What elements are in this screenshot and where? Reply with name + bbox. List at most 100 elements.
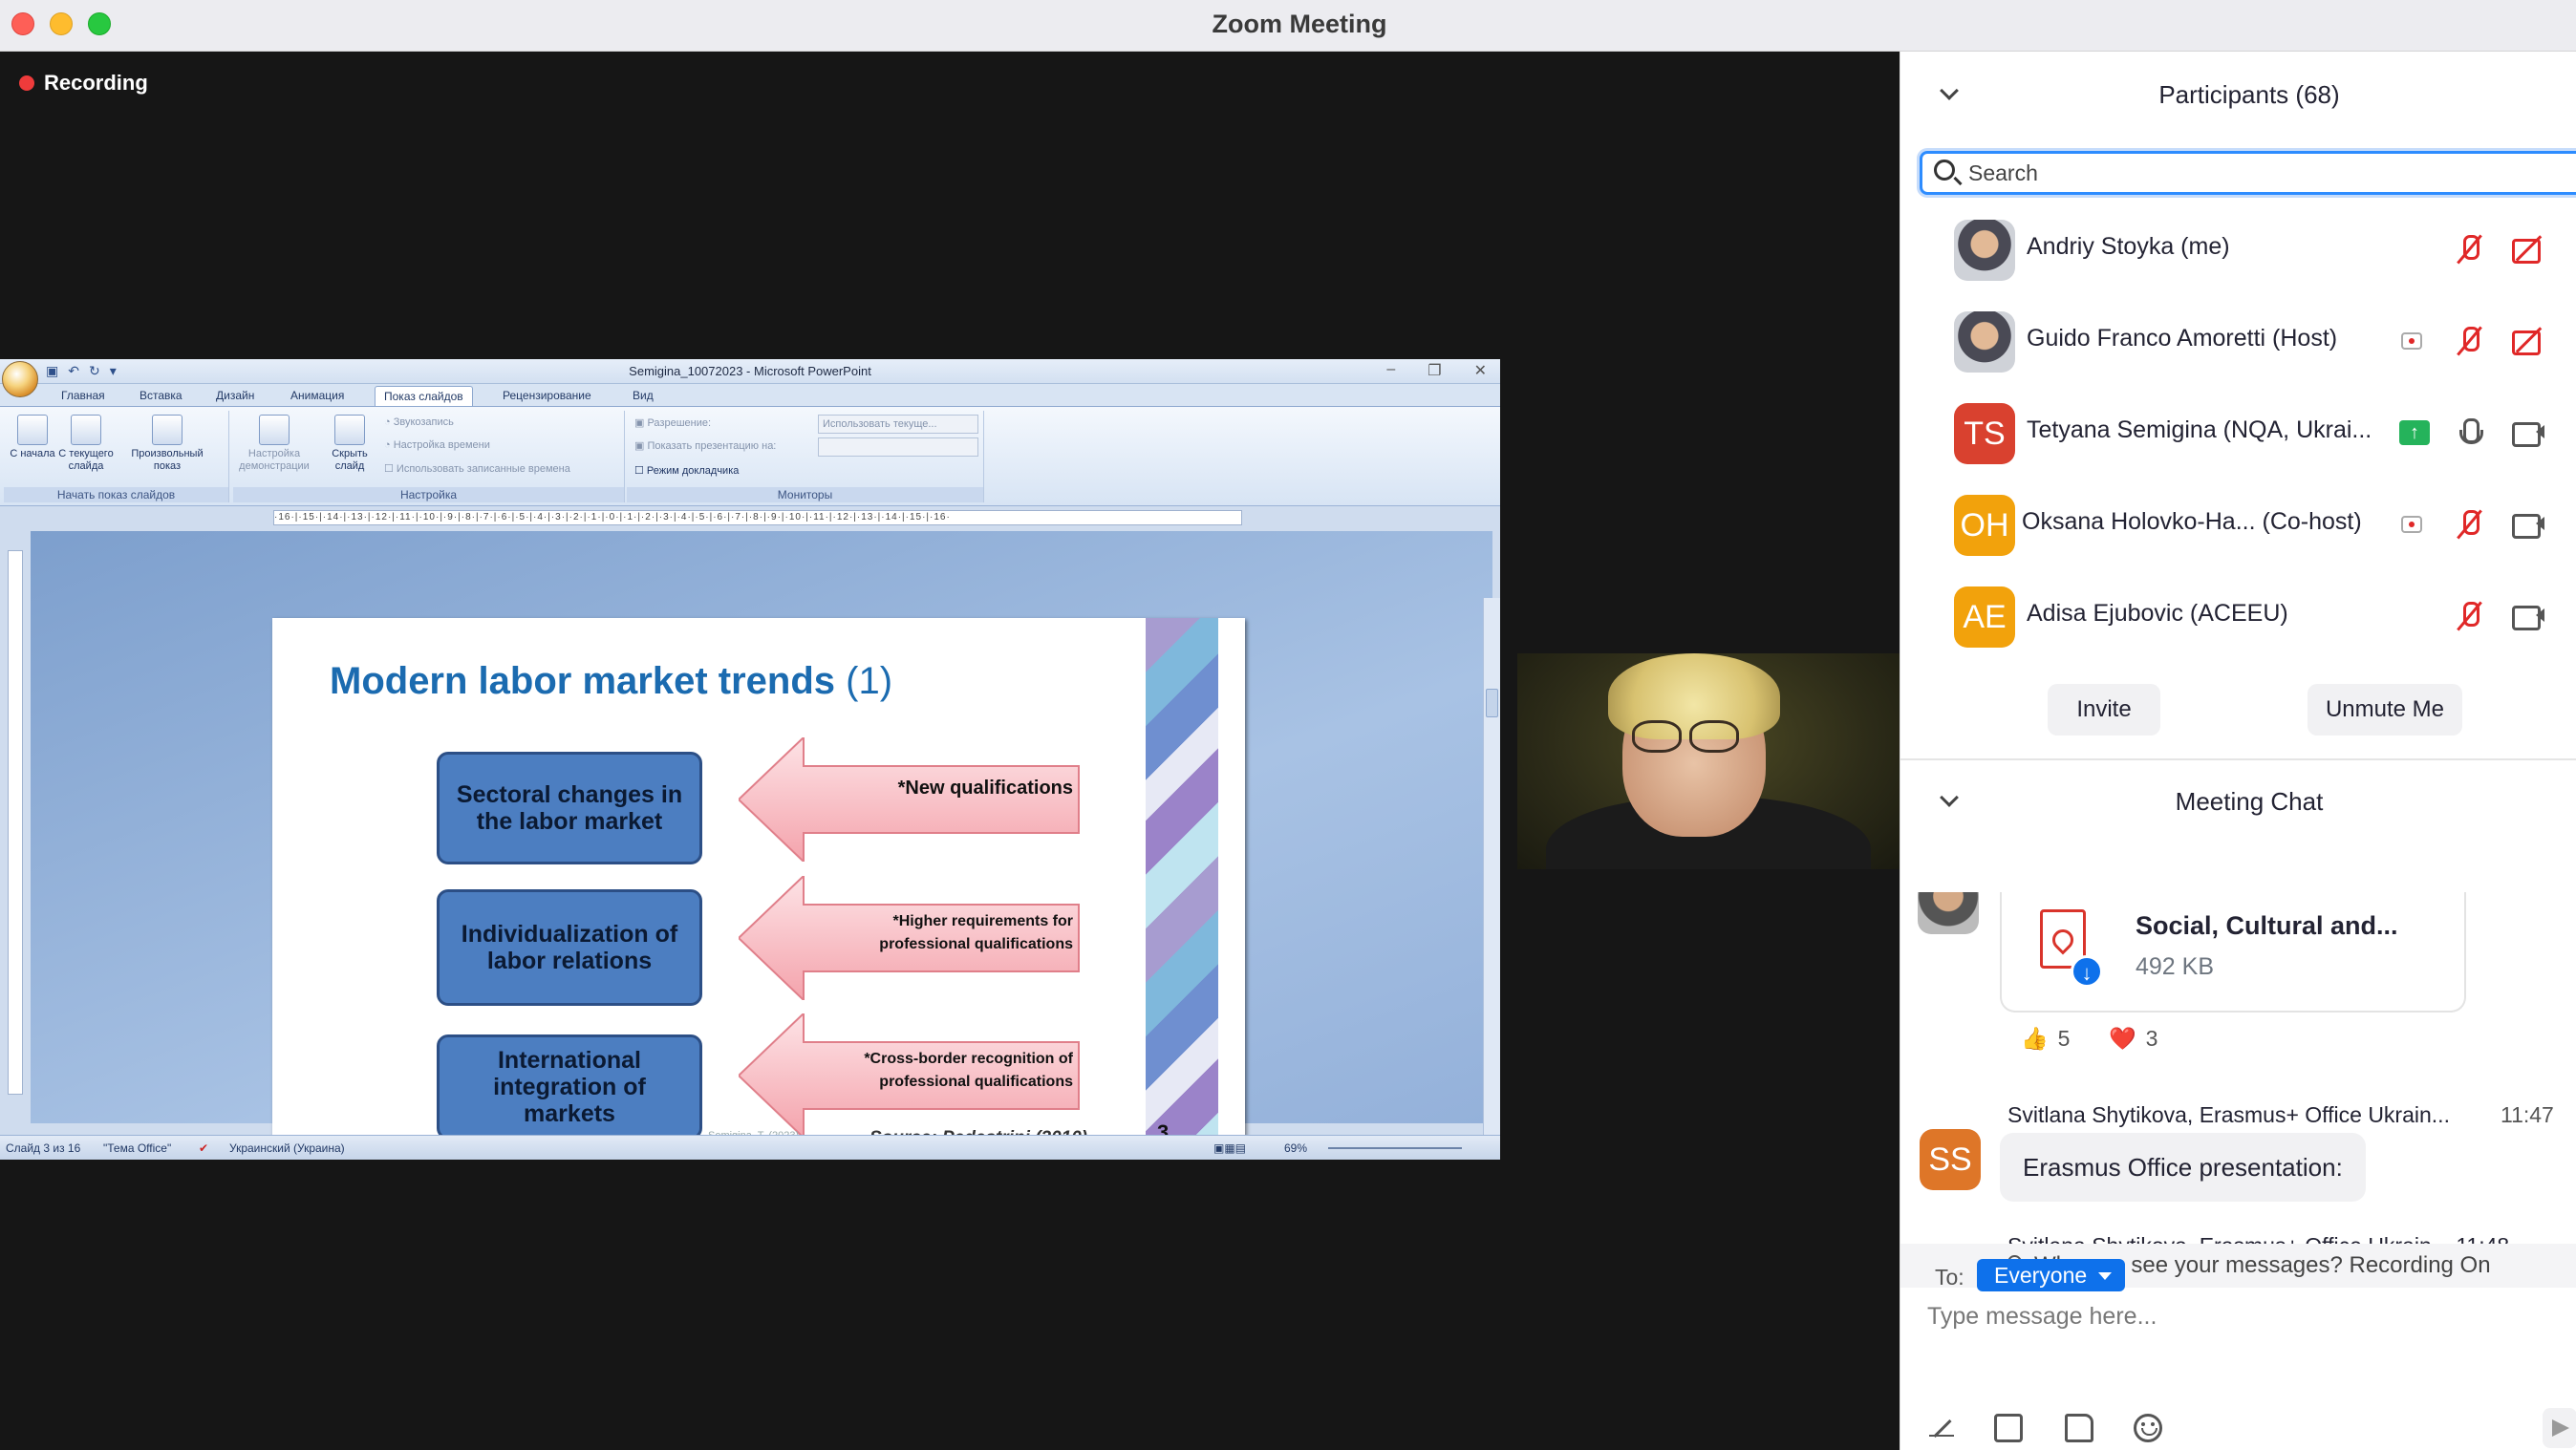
ribbon-group-setup-label: Настройка	[233, 487, 624, 502]
window-title: Zoom Meeting	[1212, 10, 1387, 38]
slide-title: Modern labor market trends (1)	[330, 660, 893, 702]
ribbon-group-start-label: Начать показ слайдов	[4, 487, 228, 502]
spellcheck-icon: ✔	[199, 1141, 209, 1155]
video-off-icon[interactable]	[2512, 237, 2544, 264]
video-off-icon	[2512, 329, 2544, 355]
ribbon-group-start: С начала С текущего слайда Произвольный …	[4, 411, 229, 502]
search-icon	[1934, 160, 1955, 181]
message-bubble[interactable]: Erasmus Office presentation:	[2000, 1133, 2366, 1202]
ribbon-group-monitors-label: Мониторы	[627, 487, 983, 502]
emoji-icon[interactable]	[2134, 1414, 2162, 1442]
rehearse-timings-item: ◔ Настройка времени	[384, 439, 490, 451]
invite-button[interactable]: Invite	[2048, 684, 2160, 736]
thumbs-up-icon: 👍	[2021, 1026, 2049, 1051]
unmute-me-button[interactable]: Unmute Me	[2308, 684, 2462, 736]
participant-video[interactable]	[1517, 653, 1900, 869]
participant-name: Adisa Ejubovic (ACEEU)	[2027, 600, 2288, 627]
ppt-vertical-scrollbar	[1483, 598, 1500, 1160]
download-icon[interactable]: ↓	[2071, 955, 2103, 988]
to-label: To:	[1935, 1265, 1964, 1290]
mic-muted-icon	[2455, 508, 2483, 541]
zoom-slider	[1328, 1147, 1462, 1149]
ribbon-group-setup: Настройка демонстрации Скрыть слайд ◔ Зв…	[233, 411, 625, 502]
use-timings-checkbox: ☐ Использовать записанные времена	[384, 463, 570, 475]
office-button-icon	[2, 361, 38, 397]
slide-box-individualization: Individualization of labor relations	[437, 889, 702, 1006]
ppt-close-icon: ✕	[1473, 363, 1487, 379]
resolution-select: Использовать текуще...	[818, 415, 978, 434]
file-size: 492 KB	[2136, 953, 2215, 980]
ppt-window-controls: – ❐ ✕	[1386, 361, 1487, 380]
participant-name: Andriy Stoyka (me)	[2027, 233, 2230, 260]
ppt-title-bar: ▣ ↶ ↻ ▾ Semigina_10072023 - Microsoft Po…	[0, 359, 1500, 384]
ppt-tab-design: Дизайн	[216, 389, 255, 402]
reaction-thumbs-up[interactable]: 👍 5	[2021, 1026, 2070, 1052]
format-text-icon[interactable]	[1927, 1414, 1956, 1442]
title-bar: Zoom Meeting	[0, 0, 2576, 52]
slide-arrow-1: *New qualifications	[737, 735, 1083, 864]
slide-box-integration: International integration of markets	[437, 1034, 702, 1140]
file-icon[interactable]	[2065, 1414, 2093, 1442]
recording-icon	[2401, 332, 2422, 350]
custom-show-icon	[152, 415, 182, 445]
participants-search[interactable]	[1920, 151, 2576, 195]
status-slide-count: Слайд 3 из 16	[6, 1141, 81, 1155]
participant-row[interactable]: Guido Franco Amoretti (Host)	[1900, 296, 2576, 388]
status-language: Украинский (Украина)	[229, 1141, 345, 1155]
view-buttons-icon: ▣▦▤	[1213, 1141, 1247, 1155]
reaction-count: 3	[2145, 1026, 2158, 1051]
show-on-label: ▣ Показать презентацию на:	[634, 440, 777, 452]
ppt-tab-view: Вид	[633, 389, 654, 402]
slide-box-sectoral: Sectoral changes in the labor market	[437, 752, 702, 864]
slide-decorative-strip	[1146, 618, 1218, 1160]
meeting-stage: Recording ▣ ↶ ↻ ▾ Semigina_10072023 - Mi…	[0, 52, 1900, 1450]
mic-muted-icon	[2455, 600, 2483, 632]
recipient-select[interactable]: Everyone	[1977, 1259, 2126, 1291]
send-icon[interactable]	[2543, 1408, 2576, 1448]
status-theme: "Тема Office"	[103, 1141, 172, 1155]
participant-row[interactable]: Andriy Stoyka (me)	[1900, 204, 2576, 296]
record-narration-item: ◔ Звукозапись	[384, 416, 454, 428]
slide-arrow-1-text: *New qualifications	[897, 778, 1073, 799]
screenshot-icon[interactable]	[1994, 1414, 2023, 1442]
ppt-status-bar: Слайд 3 из 16 "Тема Office" ✔ Украинский…	[0, 1135, 1500, 1160]
recording-indicator[interactable]: Recording	[19, 71, 148, 96]
horizontal-ruler: ·16·|·15·|·14·|·13·|·12·|·11·|·10·|·9·|·…	[273, 510, 1242, 525]
ppt-ribbon-tabs: Главная Вставка Дизайн Анимация Показ сл…	[0, 384, 1500, 407]
ribbon-group-monitors: ▣ Разрешение: Использовать текуще... ▣ П…	[627, 411, 984, 502]
heart-icon: ❤️	[2109, 1026, 2136, 1051]
participants-title: Participants (68)	[2158, 80, 2340, 109]
video-glasses-left	[1632, 720, 1682, 753]
avatar: AE	[1954, 586, 2015, 648]
message-time: 11:47	[2501, 1102, 2554, 1127]
participant-row[interactable]: TS Tetyana Semigina (NQA, Ukrai... ↑	[1900, 388, 2576, 480]
ppt-tab-review: Рецензирование	[503, 389, 591, 402]
message-input[interactable]	[1927, 1297, 2539, 1335]
file-name: Social, Cultural and...	[2136, 911, 2398, 940]
file-attachment-card[interactable]: ↓ Social, Cultural and... 492 KB	[2000, 892, 2466, 1013]
ppt-minimize-icon: –	[1386, 361, 1396, 377]
avatar	[1918, 892, 1979, 934]
participant-row[interactable]: OH Oksana Holovko-Ha... (Co-host)	[1900, 480, 2576, 571]
recording-icon	[2401, 516, 2422, 533]
slide-arrow-3: *Cross-border recognition of professiona…	[737, 1011, 1083, 1141]
participant-row[interactable]: AE Adisa Ejubovic (ACEEU)	[1900, 571, 2576, 663]
custom-show-button: Произвольный показ	[126, 415, 208, 473]
ppt-restore-icon: ❐	[1428, 363, 1442, 379]
show-on-select	[818, 437, 978, 457]
mic-muted-icon[interactable]	[2455, 233, 2483, 266]
slideshow-current-icon	[71, 415, 101, 445]
from-start-button: С начала	[4, 415, 61, 460]
search-input[interactable]	[1968, 159, 2576, 187]
message-sender: Svitlana Shytikova, Erasmus+ Office Ukra…	[2007, 1102, 2450, 1127]
caret-down-icon	[2098, 1272, 2113, 1280]
arrow-left-icon	[737, 735, 1080, 864]
recipient-value: Everyone	[1994, 1263, 2088, 1288]
participant-name: Oksana Holovko-Ha... (Co-host)	[2022, 508, 2362, 535]
reaction-count: 5	[2057, 1026, 2071, 1051]
reaction-heart[interactable]: ❤️ 3	[2109, 1026, 2157, 1052]
ppt-caption: Semigina_10072023 - Microsoft PowerPoint	[629, 364, 871, 378]
ppt-tab-animation: Анимация	[290, 389, 345, 402]
mic-muted-icon	[2455, 325, 2483, 357]
avatar	[1954, 311, 2015, 373]
